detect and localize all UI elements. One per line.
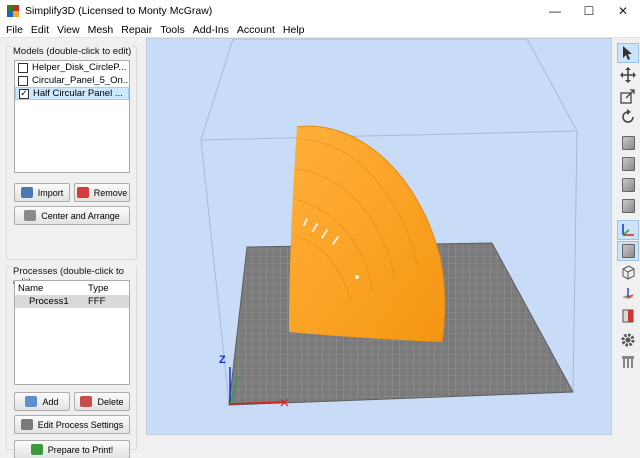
processes-group: Processes (double-click to edit) Name Ty… <box>6 266 137 458</box>
delete-process-button[interactable]: Delete <box>74 392 130 411</box>
import-icon <box>20 187 33 198</box>
delete-process-label: Delete <box>97 396 124 407</box>
scene: Z <box>200 39 578 407</box>
close-button[interactable]: ✕ <box>606 0 640 22</box>
select-tool-button[interactable] <box>617 43 639 63</box>
center-arrange-label: Center and Arrange <box>41 210 120 221</box>
process-type: FFF <box>88 296 106 307</box>
processes-list[interactable]: Name Type Process1 FFF <box>14 280 130 385</box>
app-logo-icon <box>7 5 19 17</box>
window-title: Simplify3D (Licensed to Monty McGraw) <box>25 5 213 17</box>
settings-gear-icon <box>621 333 635 347</box>
view-side-icon <box>621 199 635 213</box>
center-arrange-button[interactable]: Center and Arrange <box>14 206 130 225</box>
model-item-label: Half Circular Panel ... <box>33 88 123 99</box>
z-axis-label: Z <box>219 354 226 366</box>
coordinate-axes-button[interactable] <box>617 220 639 240</box>
menu-mesh[interactable]: Mesh <box>84 24 118 36</box>
coordinate-axes-icon <box>622 224 634 236</box>
view-front-icon <box>621 157 635 171</box>
remove-icon <box>76 187 89 198</box>
rotate-icon <box>622 109 634 123</box>
build-platform-icon <box>622 288 634 299</box>
supports-button[interactable] <box>617 352 639 372</box>
title-bar: Simplify3D (Licensed to Monty McGraw) — … <box>0 0 640 22</box>
view-front-button[interactable] <box>617 154 639 174</box>
model-checkbox-helper-disk[interactable] <box>18 62 28 73</box>
menu-tools[interactable]: Tools <box>156 24 189 36</box>
menu-view[interactable]: View <box>53 24 84 36</box>
process-name: Process1 <box>29 296 69 307</box>
center-arrange-icon <box>24 210 37 221</box>
edit-process-settings-label: Edit Process Settings <box>37 419 124 430</box>
menu-file[interactable]: File <box>2 24 27 36</box>
scale-tool-button[interactable] <box>617 86 639 106</box>
right-toolbar <box>614 38 640 458</box>
menu-bar: File Edit View Mesh Repair Tools Add-Ins… <box>0 22 640 38</box>
process-row[interactable]: Process1 FFF <box>15 295 129 308</box>
menu-edit[interactable]: Edit <box>27 24 53 36</box>
add-process-label: Add <box>42 396 59 407</box>
processes-header: Name Type <box>15 281 129 295</box>
process-col-name: Name <box>18 282 44 294</box>
view-top-button[interactable] <box>617 175 639 195</box>
models-list[interactable]: Helper_Disk_CircleP... Circular_Panel_5_… <box>14 60 130 173</box>
view-side-button[interactable] <box>617 196 639 216</box>
3d-viewport[interactable]: Z <box>146 38 612 435</box>
prepare-to-print-label: Prepare to Print! <box>47 444 114 455</box>
menu-account[interactable]: Account <box>233 24 279 36</box>
models-group: Models (double-click to edit) Helper_Dis… <box>6 46 137 260</box>
import-label: Import <box>37 187 64 198</box>
delete-process-icon <box>80 396 93 407</box>
move-icon <box>620 67 636 83</box>
remove-label: Remove <box>93 187 128 198</box>
edit-process-settings-button[interactable]: Edit Process Settings <box>14 415 130 434</box>
select-arrow-icon <box>623 46 632 60</box>
cross-section-icon <box>622 309 634 323</box>
move-tool-button[interactable] <box>617 65 639 85</box>
menu-add-ins[interactable]: Add-Ins <box>189 24 233 36</box>
maximize-button[interactable]: ☐ <box>572 0 606 22</box>
scale-icon <box>620 89 635 104</box>
model-checkbox-circular-panel[interactable] <box>18 75 28 86</box>
left-panel: Models (double-click to edit) Helper_Dis… <box>0 38 146 458</box>
model-item-circular-panel[interactable]: Circular_Panel_5_On... <box>15 74 129 87</box>
remove-button[interactable]: Remove <box>74 183 130 202</box>
model-item-half-circular-panel[interactable]: ✓ Half Circular Panel ... <box>15 87 129 100</box>
solid-view-icon <box>621 244 635 258</box>
build-platform-button[interactable] <box>617 283 639 303</box>
wireframe-view-icon <box>622 265 635 280</box>
import-button[interactable]: Import <box>14 183 70 202</box>
model-item-label: Helper_Disk_CircleP... <box>32 62 127 73</box>
add-process-icon <box>25 396 38 407</box>
settings-gear-button[interactable] <box>617 330 639 350</box>
prepare-to-print-button[interactable]: Prepare to Print! <box>14 440 130 458</box>
model-checkbox-half-circular-panel[interactable]: ✓ <box>19 88 29 99</box>
view-top-icon <box>621 178 635 192</box>
cross-section-button[interactable] <box>617 306 639 326</box>
process-col-type: Type <box>88 282 109 294</box>
model-item-label: Circular_Panel_5_On... <box>32 75 130 86</box>
model-item-helper-disk[interactable]: Helper_Disk_CircleP... <box>15 61 129 74</box>
view-default-button[interactable] <box>617 133 639 153</box>
menu-repair[interactable]: Repair <box>117 24 156 36</box>
add-process-button[interactable]: Add <box>14 392 70 411</box>
supports-icon <box>622 356 634 368</box>
solid-view-button[interactable] <box>617 241 639 261</box>
model-half-circular-panel <box>289 125 446 343</box>
minimize-button[interactable]: — <box>538 0 572 22</box>
prepare-print-icon <box>30 444 43 455</box>
rotate-tool-button[interactable] <box>617 107 639 127</box>
wireframe-view-button[interactable] <box>617 262 639 282</box>
edit-settings-icon <box>20 419 33 430</box>
models-group-title: Models (double-click to edit) <box>12 46 133 57</box>
view-default-icon <box>621 136 635 150</box>
menu-help[interactable]: Help <box>279 24 309 36</box>
